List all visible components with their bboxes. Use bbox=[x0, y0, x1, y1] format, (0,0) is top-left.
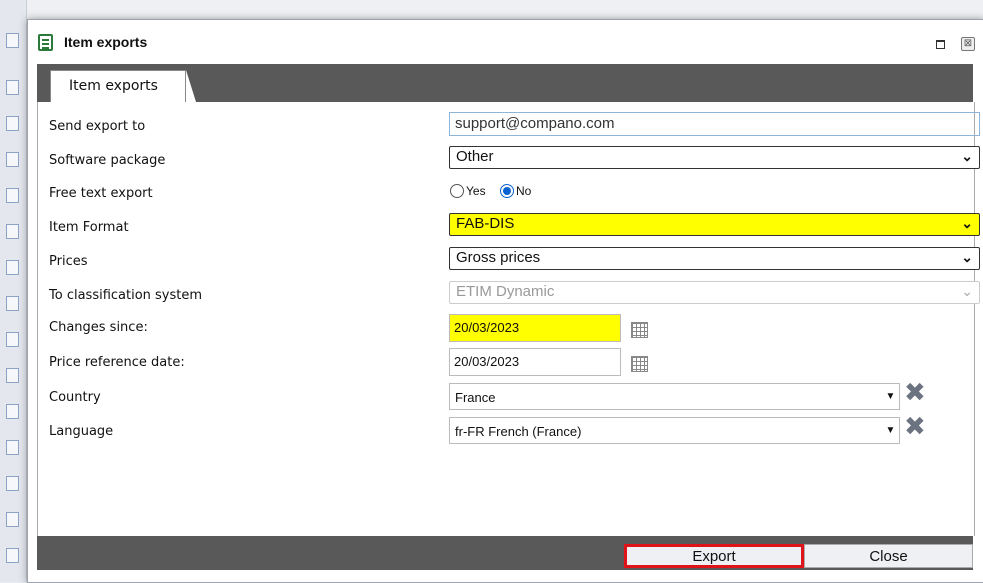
classification-system-value: ETIM Dynamic bbox=[456, 283, 555, 300]
prices-select[interactable]: Gross prices ⌄ bbox=[449, 247, 980, 270]
send-export-to-input[interactable]: support@compano.com bbox=[449, 112, 980, 136]
document-icon bbox=[6, 476, 19, 491]
background-app-header bbox=[26, 0, 983, 18]
document-icon bbox=[6, 296, 19, 311]
calendar-icon[interactable] bbox=[631, 356, 648, 372]
dialog-bottom-edge bbox=[28, 572, 983, 582]
changes-since-label: Changes since: bbox=[49, 320, 148, 335]
form-icon bbox=[38, 34, 53, 51]
document-icon bbox=[6, 440, 19, 455]
software-package-select[interactable]: Other ⌄ bbox=[449, 146, 980, 169]
item-exports-dialog: Item exports ⊠ Item exports Send export … bbox=[27, 19, 983, 583]
radio-no-label: No bbox=[516, 184, 532, 198]
chevron-down-icon: ⌄ bbox=[961, 148, 973, 164]
prices-value: Gross prices bbox=[456, 249, 541, 266]
document-icon bbox=[6, 404, 19, 419]
tab-bar: Item exports bbox=[37, 64, 973, 102]
radio-no[interactable] bbox=[500, 184, 514, 198]
software-package-value: Other bbox=[456, 148, 494, 165]
item-format-select[interactable]: FAB-DIS ⌄ bbox=[449, 213, 980, 236]
document-icon bbox=[6, 332, 19, 347]
tab-label: Item exports bbox=[69, 78, 158, 94]
dropdown-arrow-icon[interactable]: ▼ bbox=[883, 386, 898, 407]
document-icon bbox=[6, 548, 19, 563]
chevron-down-icon: ⌄ bbox=[961, 249, 973, 265]
changes-since-input[interactable]: 20/03/2023 bbox=[449, 314, 621, 342]
dialog-footer: Export Close bbox=[37, 536, 973, 570]
export-button[interactable]: Export bbox=[624, 544, 804, 568]
document-icon bbox=[6, 368, 19, 383]
country-value: France bbox=[455, 390, 496, 405]
clear-language-icon[interactable]: ✖ bbox=[904, 414, 926, 440]
prices-label: Prices bbox=[49, 254, 88, 269]
chevron-down-icon: ⌄ bbox=[961, 283, 973, 299]
document-icon bbox=[6, 152, 19, 167]
tab-corner bbox=[186, 70, 196, 102]
document-icon bbox=[6, 512, 19, 527]
background-app-sidebar bbox=[0, 0, 27, 582]
country-select[interactable]: France ▼ bbox=[449, 383, 900, 410]
language-select[interactable]: fr-FR French (France) ▼ bbox=[449, 417, 900, 444]
country-label: Country bbox=[49, 390, 101, 405]
document-icon bbox=[6, 224, 19, 239]
software-package-label: Software package bbox=[49, 153, 166, 168]
calendar-icon[interactable] bbox=[631, 322, 648, 338]
close-button[interactable]: Close bbox=[804, 544, 973, 568]
document-icon bbox=[6, 260, 19, 275]
document-icon bbox=[6, 116, 19, 131]
radio-yes-label: Yes bbox=[466, 184, 486, 198]
send-export-to-label: Send export to bbox=[49, 119, 146, 134]
document-icon bbox=[6, 33, 19, 48]
close-icon[interactable]: ⊠ bbox=[961, 37, 975, 51]
classification-system-select: ETIM Dynamic ⌄ bbox=[449, 281, 980, 304]
document-icon bbox=[6, 188, 19, 203]
export-form: Send export to support@compano.com Softw… bbox=[37, 102, 980, 536]
dropdown-arrow-icon[interactable]: ▼ bbox=[883, 420, 898, 441]
dialog-title: Item exports bbox=[64, 34, 148, 50]
price-reference-date-label: Price reference date: bbox=[49, 355, 185, 370]
language-value: fr-FR French (France) bbox=[455, 424, 582, 439]
free-text-export-label: Free text export bbox=[49, 186, 153, 201]
dialog-titlebar[interactable]: Item exports ⊠ bbox=[28, 20, 983, 64]
clear-country-icon[interactable]: ✖ bbox=[904, 380, 926, 406]
classification-system-label: To classification system bbox=[49, 288, 203, 303]
free-text-export-radios: Yes No bbox=[449, 180, 589, 202]
price-reference-date-input[interactable]: 20/03/2023 bbox=[449, 348, 621, 376]
item-format-label: Item Format bbox=[49, 220, 129, 235]
radio-yes[interactable] bbox=[450, 184, 464, 198]
item-format-value: FAB-DIS bbox=[456, 215, 515, 232]
chevron-down-icon: ⌄ bbox=[961, 215, 973, 231]
tab-item-exports[interactable]: Item exports bbox=[50, 70, 186, 102]
maximize-icon[interactable] bbox=[936, 40, 945, 49]
language-label: Language bbox=[49, 424, 114, 439]
document-icon bbox=[6, 80, 19, 95]
